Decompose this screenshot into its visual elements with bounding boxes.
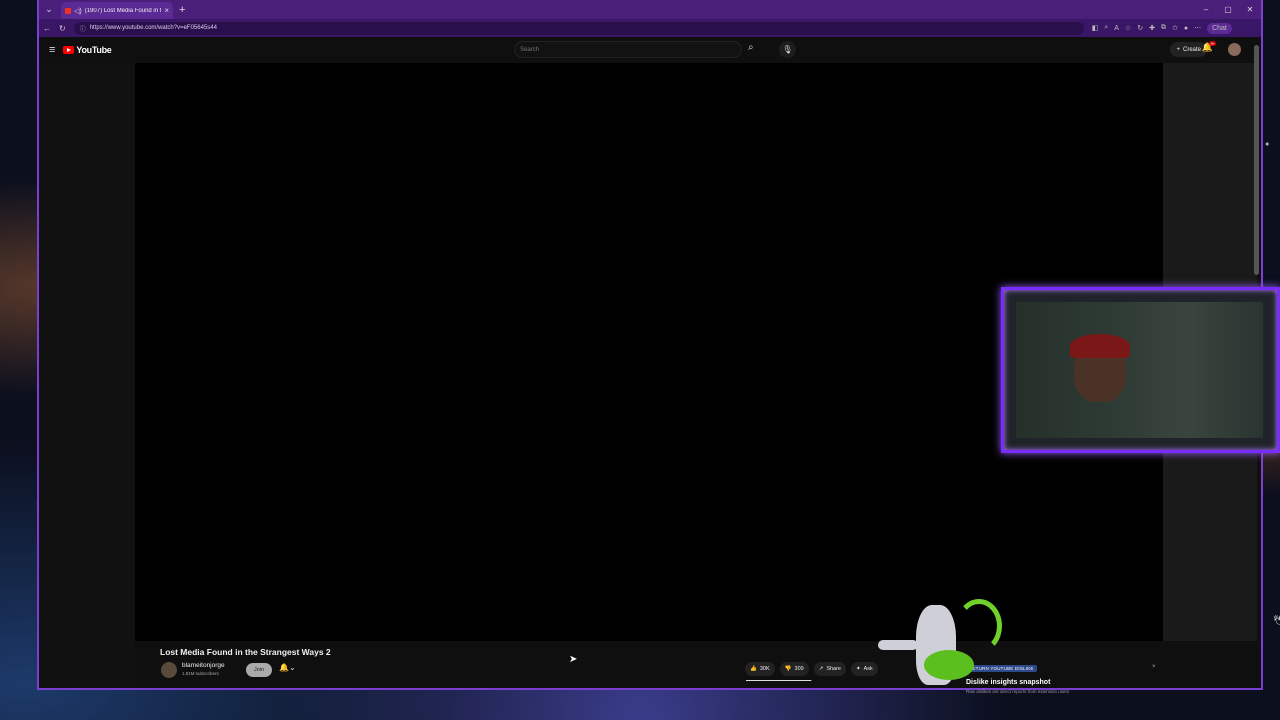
microphone-icon[interactable]: 🎙 bbox=[779, 41, 796, 58]
extension-icons: ◧ ⌕ A ☆ ↻ ✚ ⧉ ✩ ● ⋯ Chat bbox=[1092, 22, 1232, 34]
bird-icon: 🕊 bbox=[1273, 615, 1280, 627]
youtube-favicon-icon bbox=[65, 7, 71, 14]
search-placeholder: Search bbox=[520, 46, 540, 53]
subscription-bell-icon[interactable]: 🔔⌄ bbox=[279, 663, 296, 672]
share-button[interactable]: ↗ Share bbox=[813, 662, 846, 676]
close-tab-icon[interactable]: × bbox=[164, 6, 169, 15]
mewtwo-mascot-icon bbox=[876, 595, 1002, 713]
puzzle-icon[interactable]: ✚ bbox=[1149, 24, 1155, 32]
menu-icon[interactable]: ≡ bbox=[49, 44, 55, 56]
create-label: Create bbox=[1182, 46, 1201, 53]
search-icon[interactable]: ⌕ bbox=[748, 42, 754, 53]
tab-strip: ⌄ ◁) (1907) Lost Media Found in th × + –… bbox=[39, 0, 1261, 19]
sparkle-icon: ✦ bbox=[856, 666, 861, 672]
streamer-hat bbox=[1070, 334, 1130, 358]
channel-avatar[interactable] bbox=[161, 662, 177, 678]
share-label: Share bbox=[826, 666, 841, 672]
subscriber-count: 1.81M subscribers bbox=[182, 671, 219, 676]
video-actions: 👍 30K 👎 309 ↗ Share ✦ Ask bbox=[745, 662, 878, 676]
reload-icon[interactable]: ↻ bbox=[59, 24, 66, 33]
address-bar-row: ← ↻ ⓘ https://www.youtube.com/watch?v=eF… bbox=[39, 19, 1261, 37]
plus-icon: + bbox=[1176, 46, 1180, 53]
youtube-play-icon bbox=[63, 46, 75, 54]
favorites-bar-icon[interactable]: ✩ bbox=[1172, 24, 1178, 32]
share-icon: ↗ bbox=[818, 666, 824, 672]
extension-icon[interactable]: ◧ bbox=[1092, 24, 1099, 32]
mouse-cursor-icon: ➤ bbox=[569, 654, 578, 665]
youtube-logo-text: YouTube bbox=[76, 45, 112, 55]
webcam-feed bbox=[1016, 302, 1263, 438]
zoom-icon[interactable]: ⌕ bbox=[1104, 24, 1108, 32]
tab-youtube[interactable]: ◁) (1907) Lost Media Found in th × bbox=[61, 2, 173, 19]
like-ratio-fill bbox=[746, 680, 812, 681]
site-info-icon[interactable]: ⓘ bbox=[80, 24, 86, 33]
ask-button[interactable]: ✦ Ask bbox=[851, 662, 878, 676]
window-controls: – ▢ ✕ bbox=[1195, 5, 1261, 14]
webcam-overlay bbox=[1001, 287, 1280, 453]
notification-badge: 9+ bbox=[1209, 41, 1216, 46]
like-count: 30K bbox=[759, 666, 770, 672]
more-icon[interactable]: ⋯ bbox=[1194, 24, 1201, 32]
like-ratio-bar bbox=[746, 680, 812, 681]
mascot-tail bbox=[956, 599, 1002, 653]
page-left-margin bbox=[39, 63, 135, 688]
favorite-icon[interactable]: ☆ bbox=[1125, 24, 1131, 32]
close-window-icon[interactable]: ✕ bbox=[1239, 5, 1261, 14]
tab-list-icon[interactable]: ⌄ bbox=[41, 4, 57, 15]
back-icon[interactable]: ← bbox=[43, 24, 51, 33]
thumbs-up-icon: 👍 bbox=[750, 666, 757, 672]
ryd-close-icon[interactable]: × bbox=[1152, 664, 1156, 670]
url-field[interactable]: ⓘ https://www.youtube.com/watch?v=eF0564… bbox=[73, 21, 1084, 35]
tab-label: (1907) Lost Media Found in th bbox=[84, 7, 162, 14]
mascot-arm bbox=[878, 640, 918, 650]
chat-button[interactable]: Chat bbox=[1207, 22, 1232, 34]
url-text: https://www.youtube.com/watch?v=eF05645s… bbox=[89, 25, 217, 31]
speaker-icon[interactable]: ◁) bbox=[74, 7, 82, 15]
join-button[interactable]: Join bbox=[246, 663, 272, 677]
scrollbar[interactable] bbox=[1254, 45, 1259, 275]
channel-name[interactable]: blameitonjorge bbox=[182, 662, 225, 669]
search-input[interactable]: Search bbox=[514, 41, 742, 58]
collections-icon[interactable]: ⧉ bbox=[1161, 24, 1166, 32]
mascot-belly bbox=[924, 650, 974, 680]
minimize-icon[interactable]: – bbox=[1195, 5, 1217, 14]
thumbs-down-icon: 👎 bbox=[784, 666, 792, 672]
avatar[interactable] bbox=[1228, 43, 1241, 56]
read-aloud-icon[interactable]: A bbox=[1114, 25, 1119, 32]
video-title: Lost Media Found in the Strangest Ways 2 bbox=[160, 647, 331, 657]
dislike-button[interactable]: 👎 309 bbox=[779, 662, 809, 676]
dislike-count: 309 bbox=[794, 666, 804, 672]
youtube-header: ≡ YouTube Search ⌕ 🎙 + Create 🔔 9+ bbox=[39, 37, 1261, 63]
restore-icon[interactable]: ▢ bbox=[1217, 5, 1239, 14]
new-tab-button[interactable]: + bbox=[179, 4, 185, 16]
refresh-ext-icon[interactable]: ↻ bbox=[1137, 24, 1143, 32]
youtube-logo[interactable]: YouTube bbox=[63, 45, 112, 55]
like-button[interactable]: 👍 30K bbox=[745, 662, 775, 676]
profile-icon[interactable]: ● bbox=[1184, 25, 1188, 32]
ask-label: Ask bbox=[863, 666, 873, 672]
